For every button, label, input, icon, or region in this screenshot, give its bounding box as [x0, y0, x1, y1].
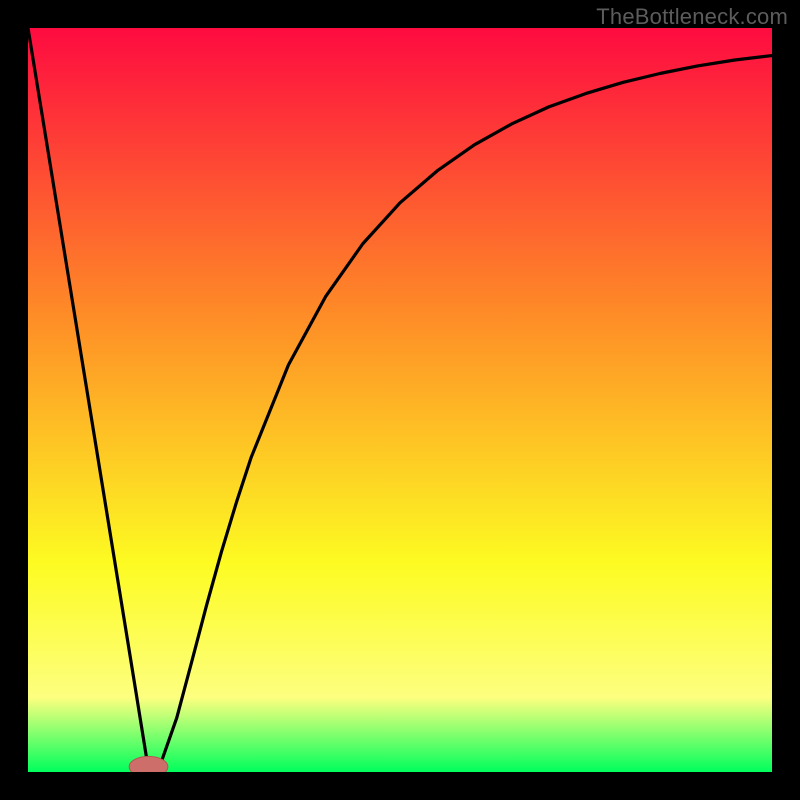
- watermark-label: TheBottleneck.com: [596, 4, 788, 30]
- chart-frame: TheBottleneck.com: [0, 0, 800, 800]
- plot-area: [28, 28, 772, 772]
- gradient-background: [28, 28, 772, 772]
- chart-svg: [28, 28, 772, 772]
